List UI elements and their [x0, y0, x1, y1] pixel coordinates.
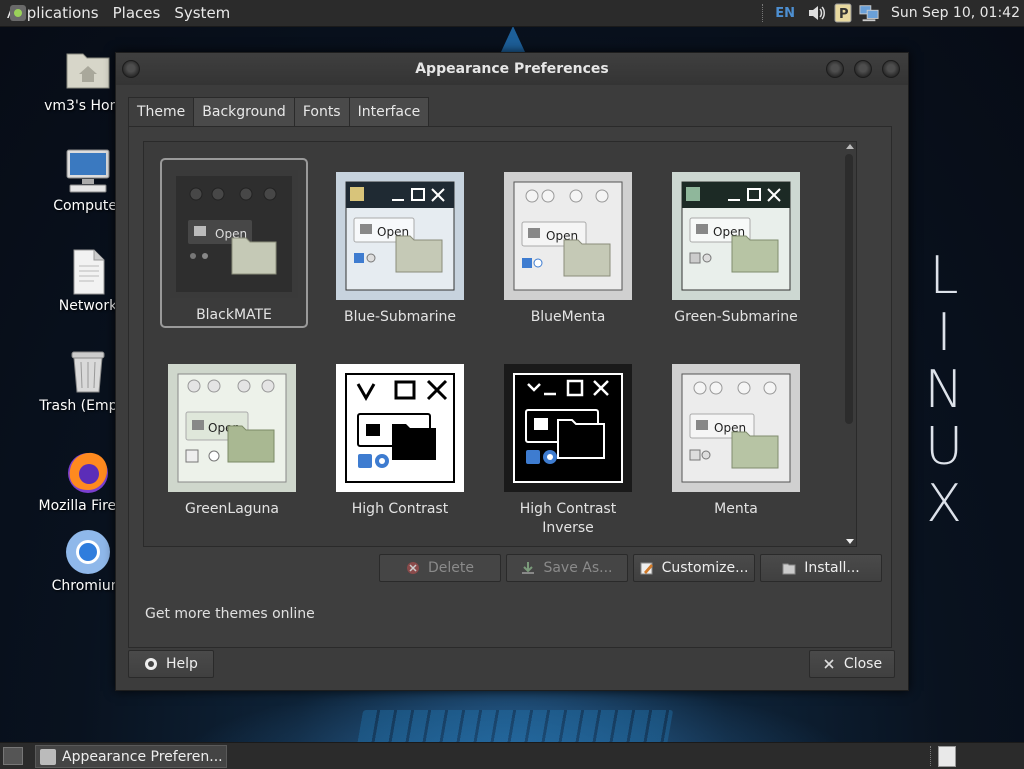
- customize-button[interactable]: Customize...: [633, 554, 755, 582]
- theme-greenlaguna[interactable]: Open GreenLaguna: [160, 364, 304, 519]
- tab-interface[interactable]: Interface: [348, 97, 430, 127]
- firefox-icon: [64, 448, 112, 496]
- theme-name: Green-Submarine: [674, 309, 798, 325]
- theme-thumbnail: Open: [504, 172, 632, 300]
- parcellite-icon[interactable]: P: [833, 3, 853, 23]
- theme-high-contrast[interactable]: High Contrast: [328, 364, 472, 519]
- theme-menta[interactable]: Open Menta: [664, 364, 808, 519]
- theme-thumbnail: [336, 364, 464, 492]
- theme-thumbnail: Open: [672, 364, 800, 492]
- home-folder-icon: [64, 48, 112, 96]
- volume-icon[interactable]: [807, 3, 827, 23]
- system-tray: EN P Sun Sep 10, 01:42: [762, 0, 1024, 26]
- theme-grid-scrollbar[interactable]: [842, 142, 856, 546]
- theme-name: Menta: [714, 501, 758, 517]
- close-button[interactable]: Close: [809, 650, 895, 678]
- tab-background[interactable]: Background: [193, 97, 295, 127]
- workspace-separator: [930, 746, 931, 766]
- appearance-app-icon: [40, 748, 56, 765]
- theme-name: High Contrast Inverse: [519, 501, 617, 536]
- save-as-button[interactable]: Save As...: [506, 554, 628, 582]
- install-button[interactable]: Install...: [760, 554, 882, 582]
- maximize-button[interactable]: [854, 60, 872, 78]
- theme-thumbnail: [504, 364, 632, 492]
- wallpaper-linux-text: L I N U X: [924, 248, 964, 533]
- save-icon: [521, 561, 535, 575]
- customize-label: Customize...: [661, 560, 749, 576]
- theme-thumbnail: Open: [672, 172, 800, 300]
- svg-text:P: P: [839, 7, 849, 22]
- tab-bar: Theme Background Fonts Interface: [128, 97, 430, 128]
- wallpaper-peak: [501, 26, 525, 52]
- clock[interactable]: Sun Sep 10, 01:42: [891, 5, 1020, 21]
- minimize-button[interactable]: [826, 60, 844, 78]
- close-label: Close: [843, 656, 883, 672]
- theme-blackmate[interactable]: Open BlackMATE: [160, 158, 308, 328]
- theme-green-submarine[interactable]: Open Green-Submarine: [664, 172, 808, 327]
- theme-name: BlueMenta: [530, 309, 606, 325]
- tab-theme[interactable]: Theme: [128, 97, 195, 128]
- trash-icon: [64, 348, 112, 396]
- network-document-icon: [64, 248, 112, 296]
- theme-thumbnail: Open: [336, 172, 464, 300]
- menu-system[interactable]: System: [167, 0, 237, 26]
- window-titlebar[interactable]: Appearance Preferences: [116, 53, 908, 85]
- keyboard-layout-indicator[interactable]: EN: [775, 6, 795, 21]
- help-label: Help: [166, 656, 198, 672]
- taskbar-item-label: Appearance Preferen...: [62, 748, 223, 765]
- customize-icon: [640, 561, 654, 575]
- install-icon: [782, 561, 796, 575]
- install-label: Install...: [804, 560, 860, 576]
- network-icon[interactable]: [859, 3, 879, 23]
- theme-bluementa[interactable]: Open BlueMenta: [496, 172, 640, 327]
- close-window-button[interactable]: [882, 60, 900, 78]
- get-more-themes-link[interactable]: Get more themes online: [145, 606, 315, 622]
- theme-blue-submarine[interactable]: Open Blue-Submarine: [328, 172, 472, 327]
- wallpaper-letter: X: [926, 474, 962, 534]
- window-title: Appearance Preferences: [415, 61, 609, 77]
- theme-thumbnail: Open: [170, 170, 298, 298]
- delete-button[interactable]: Delete: [379, 554, 501, 582]
- wallpaper-letter: U: [924, 417, 964, 477]
- help-icon: [144, 657, 158, 671]
- theme-name: GreenLaguna: [185, 501, 279, 517]
- close-icon: [822, 657, 836, 671]
- computer-icon: [64, 148, 112, 196]
- wallpaper-letter: N: [924, 360, 964, 420]
- theme-thumbnail: Open: [168, 364, 296, 492]
- help-button[interactable]: Help: [128, 650, 214, 678]
- menu-places[interactable]: Places: [106, 0, 168, 26]
- save-as-label: Save As...: [543, 560, 613, 576]
- wallpaper-keyboard: [356, 710, 674, 742]
- bottom-panel: Appearance Preferen...: [0, 742, 1024, 769]
- wallpaper-letter: L: [929, 246, 959, 306]
- delete-label: Delete: [428, 560, 474, 576]
- theme-name: High Contrast: [351, 501, 449, 517]
- theme-name: BlackMATE: [196, 307, 272, 323]
- show-desktop-icon[interactable]: [3, 747, 23, 765]
- tab-fonts[interactable]: Fonts: [293, 97, 350, 127]
- scroll-up-arrow-icon[interactable]: [846, 144, 854, 149]
- theme-high-contrast-inverse[interactable]: High Contrast Inverse: [496, 364, 640, 538]
- wallpaper-letter: I: [936, 303, 952, 363]
- appearance-preferences-window: Appearance Preferences Theme Background …: [115, 52, 909, 691]
- mate-logo-icon[interactable]: [10, 5, 26, 21]
- theme-tab-pane: Open BlackMATE Open Blue-Submarine Open …: [128, 126, 892, 648]
- workspace-switcher[interactable]: [938, 746, 956, 767]
- taskbar-item-appearance[interactable]: Appearance Preferen...: [35, 745, 227, 768]
- scrollbar-thumb[interactable]: [845, 154, 853, 424]
- theme-name: Blue-Submarine: [343, 309, 457, 325]
- chromium-icon: [64, 528, 112, 576]
- top-panel: Applications Places System EN P Sun Sep …: [0, 0, 1024, 27]
- scroll-down-arrow-icon[interactable]: [846, 539, 854, 544]
- delete-icon: [406, 561, 420, 575]
- theme-grid: Open BlackMATE Open Blue-Submarine Open …: [143, 141, 857, 547]
- tray-separator: [762, 4, 765, 22]
